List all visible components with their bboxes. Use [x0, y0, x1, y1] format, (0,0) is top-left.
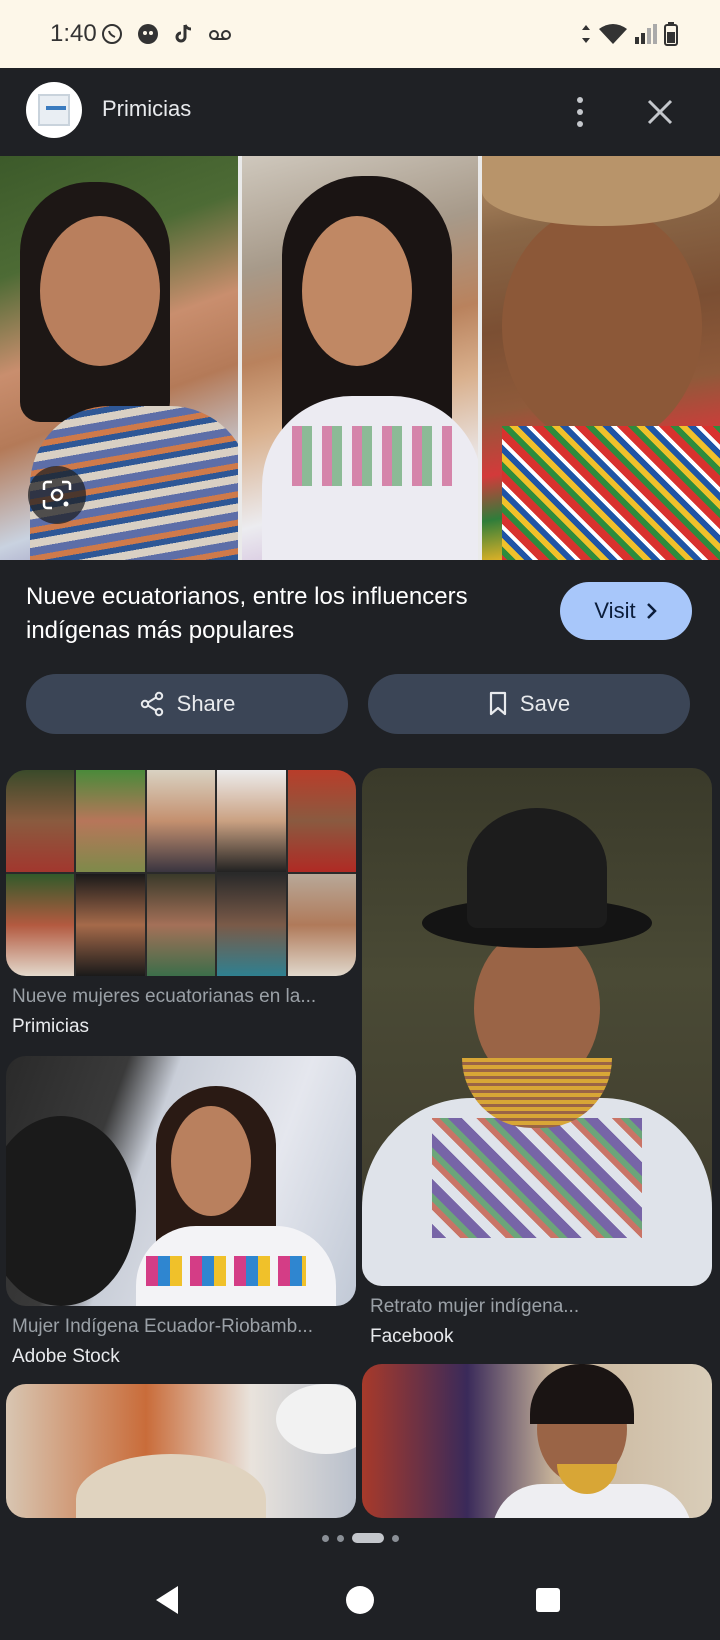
visit-button[interactable]: Visit [560, 582, 692, 640]
app-icon [136, 22, 160, 46]
status-time: 1:40 [50, 20, 97, 47]
related-caption[interactable]: Retrato mujer indígena... [370, 1296, 710, 1318]
share-button[interactable]: Share [26, 674, 348, 734]
home-icon[interactable] [332, 1572, 388, 1628]
data-arrows-icon [582, 25, 590, 43]
page-dot [391, 1534, 399, 1542]
related-image-market[interactable] [362, 1364, 712, 1518]
related-image-collage[interactable] [6, 770, 356, 976]
back-icon[interactable] [140, 1572, 196, 1628]
page-dot [336, 1534, 344, 1542]
status-system-icons [580, 22, 678, 46]
page-dot-active [351, 1533, 384, 1543]
more-options-icon[interactable] [566, 92, 594, 132]
related-caption[interactable]: Nueve mujeres ecuatorianas en la... [12, 986, 352, 1008]
save-label: Save [519, 691, 571, 716]
related-source: Facebook [370, 1326, 454, 1347]
status-notification-icons [100, 22, 232, 46]
related-source: Primicias [12, 1016, 90, 1037]
related-source: Adobe Stock [12, 1346, 120, 1367]
related-image-retrato[interactable] [362, 768, 712, 1286]
status-bar: 1:40 [0, 0, 720, 68]
tiktok-icon [172, 22, 196, 46]
related-image-riobamba[interactable] [6, 1056, 356, 1306]
voicemail-icon [208, 22, 232, 46]
share-label: Share [176, 691, 236, 716]
preview-panel-2 [242, 156, 478, 560]
system-nav-bar [0, 1560, 720, 1640]
battery-icon [664, 22, 678, 46]
visit-label: Visit [594, 598, 636, 623]
result-header: Primicias [0, 68, 720, 156]
wifi-icon [599, 24, 627, 44]
bookmark-icon [489, 691, 507, 716]
recent-apps-icon[interactable] [520, 1572, 576, 1628]
site-name: Primicias [102, 96, 192, 121]
preview-panel-3 [482, 156, 720, 560]
page-dot [321, 1534, 329, 1542]
related-caption[interactable]: Mujer Indígena Ecuador-Riobamb... [12, 1316, 352, 1338]
whatsapp-icon [100, 22, 124, 46]
result-title[interactable]: Nueve ecuatorianos, entre los influencer… [26, 580, 526, 648]
close-icon[interactable] [640, 92, 680, 132]
chevron-right-icon [646, 603, 657, 619]
pagination-dots [0, 1530, 720, 1546]
primicias-logo [26, 82, 82, 138]
google-lens-icon[interactable] [28, 466, 86, 524]
share-icon [140, 691, 163, 717]
related-image-hat[interactable] [6, 1384, 356, 1518]
save-button[interactable]: Save [368, 674, 690, 734]
preview-image[interactable] [0, 156, 720, 560]
signal-icon [635, 24, 657, 44]
